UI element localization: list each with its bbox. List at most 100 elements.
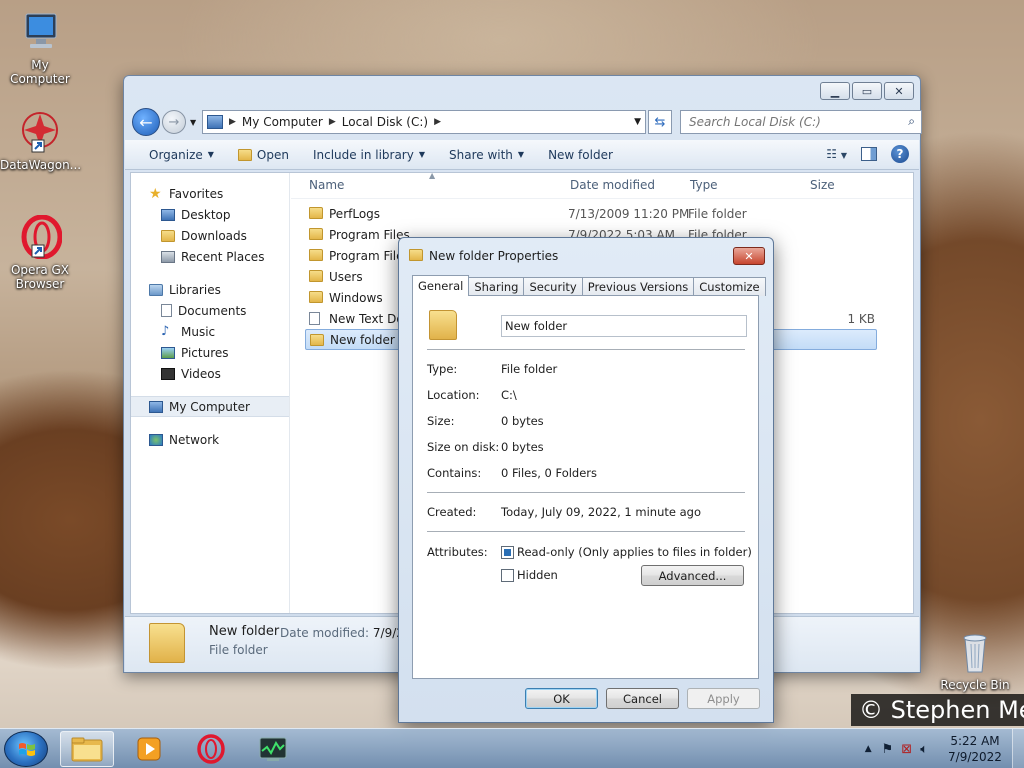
column-name[interactable]: Name bbox=[309, 178, 344, 192]
refresh-button[interactable]: ⇆ bbox=[648, 110, 672, 134]
tab-previous-versions[interactable]: Previous Versions bbox=[581, 277, 695, 296]
cancel-button[interactable]: Cancel bbox=[606, 688, 679, 709]
file-name: New folder bbox=[330, 332, 395, 347]
advanced-button[interactable]: Advanced... bbox=[641, 565, 744, 586]
new-folder-button[interactable]: New folder bbox=[536, 140, 625, 169]
tab-customize[interactable]: Customize bbox=[693, 277, 766, 296]
recent-pages-dropdown[interactable]: ▼ bbox=[190, 118, 196, 127]
hidden-label: Hidden bbox=[517, 568, 558, 582]
computer-icon bbox=[149, 400, 163, 413]
chevron-right-icon[interactable]: ▶ bbox=[434, 117, 441, 127]
hidden-checkbox[interactable] bbox=[501, 569, 514, 582]
organize-label: Organize bbox=[149, 147, 203, 162]
nav-videos-label: Videos bbox=[181, 366, 221, 381]
desktop-icon-datawagon[interactable]: DataWagon... bbox=[0, 110, 81, 172]
file-name: PerfLogs bbox=[329, 206, 381, 221]
network-icon bbox=[149, 433, 163, 446]
breadcrumb-my-computer[interactable]: My Computer bbox=[242, 115, 323, 129]
window-controls: ▁ ▭ ✕ bbox=[820, 82, 914, 100]
divider bbox=[427, 531, 745, 532]
nav-libraries-label: Libraries bbox=[169, 282, 221, 297]
preview-pane-button[interactable] bbox=[861, 147, 877, 161]
folder-icon bbox=[309, 207, 323, 219]
nav-videos[interactable]: Videos bbox=[131, 363, 289, 384]
folder-open-icon bbox=[237, 148, 252, 161]
show-desktop-button[interactable] bbox=[1012, 729, 1024, 768]
search-icon[interactable]: ⌕ bbox=[908, 114, 915, 129]
desktop-icon-label: Opera GX Browser bbox=[10, 263, 70, 291]
nav-my-computer[interactable]: My Computer bbox=[131, 396, 289, 417]
minimize-button[interactable]: ▁ bbox=[820, 82, 850, 100]
search-box[interactable]: ⌕ bbox=[680, 110, 922, 134]
maximize-button[interactable]: ▭ bbox=[852, 82, 882, 100]
taskbar-media-player[interactable] bbox=[122, 731, 176, 767]
close-icon: ✕ bbox=[744, 249, 754, 263]
folder-name-field[interactable] bbox=[501, 315, 747, 337]
column-date-modified[interactable]: Date modified bbox=[570, 178, 655, 192]
close-icon: ✕ bbox=[894, 84, 904, 98]
tab-general[interactable]: General bbox=[412, 275, 470, 296]
contains-value: 0 Files, 0 Folders bbox=[501, 466, 598, 480]
nav-downloads[interactable]: Downloads bbox=[131, 225, 289, 246]
apply-button[interactable]: Apply bbox=[687, 688, 760, 709]
chevron-right-icon[interactable]: ▶ bbox=[229, 117, 236, 127]
desktop-icon-my-computer[interactable]: My Computer bbox=[0, 10, 80, 86]
tab-security[interactable]: Security bbox=[523, 277, 583, 296]
address-bar[interactable]: ▶ My Computer ▶ Local Disk (C:) ▶ ▼ bbox=[202, 110, 646, 134]
nav-pictures[interactable]: Pictures bbox=[131, 342, 289, 363]
desktop-icon-recycle-bin[interactable]: Recycle Bin bbox=[935, 630, 1015, 692]
action-center-icon[interactable]: ⚑ bbox=[882, 742, 894, 757]
nav-downloads-label: Downloads bbox=[181, 228, 247, 243]
nav-music[interactable]: ♪ Music bbox=[131, 321, 289, 342]
breadcrumb-local-disk[interactable]: Local Disk (C:) bbox=[342, 115, 428, 129]
system-tray: ▲ ⚑ ⊠ 🔈︎ 5:22 AM 7/9/2022 bbox=[865, 729, 1024, 768]
volume-icon[interactable]: 🔈︎ bbox=[920, 742, 928, 757]
search-input[interactable] bbox=[689, 115, 889, 129]
back-button[interactable]: ← bbox=[132, 108, 160, 136]
taskbar-task-manager[interactable] bbox=[246, 731, 300, 767]
network-disconnected-icon[interactable]: ⊠ bbox=[901, 742, 912, 757]
arrow-left-icon: ← bbox=[139, 112, 153, 132]
file-row[interactable]: PerfLogs 7/13/2009 11:20 PM File folder bbox=[305, 203, 877, 224]
clock[interactable]: 5:22 AM 7/9/2022 bbox=[938, 733, 1012, 765]
start-button[interactable] bbox=[4, 731, 48, 767]
column-size[interactable]: Size bbox=[810, 178, 835, 192]
nav-desktop[interactable]: Desktop bbox=[131, 204, 289, 225]
general-tab-panel: Type: File folder Location: C:\ Size: 0 … bbox=[412, 295, 759, 679]
nav-libraries[interactable]: Libraries bbox=[131, 279, 289, 300]
show-hidden-icons-button[interactable]: ▲ bbox=[865, 744, 872, 754]
forward-button[interactable]: → bbox=[162, 110, 186, 134]
organize-button[interactable]: Organize ▼ bbox=[125, 140, 226, 169]
nav-music-label: Music bbox=[181, 324, 216, 339]
nav-documents[interactable]: Documents bbox=[131, 300, 289, 321]
size-on-disk-value: 0 bytes bbox=[501, 440, 544, 454]
chevron-down-icon[interactable]: ▼ bbox=[634, 117, 641, 127]
nav-favorites[interactable]: ★ Favorites bbox=[131, 183, 289, 204]
chevron-right-icon[interactable]: ▶ bbox=[329, 117, 336, 127]
desktop-icon-opera-gx[interactable]: Opera GX Browser bbox=[0, 214, 80, 291]
arrow-right-icon: → bbox=[168, 114, 180, 130]
column-type[interactable]: Type bbox=[690, 178, 718, 192]
share-with-button[interactable]: Share with ▼ bbox=[437, 140, 536, 169]
view-options-button[interactable]: ☷ ▼ bbox=[826, 147, 847, 161]
taskbar-opera-gx[interactable] bbox=[184, 731, 238, 767]
nav-network[interactable]: Network bbox=[131, 429, 289, 450]
help-icon[interactable]: ? bbox=[891, 145, 909, 163]
include-in-library-button[interactable]: Include in library ▼ bbox=[301, 140, 437, 169]
tab-sharing[interactable]: Sharing bbox=[468, 277, 525, 296]
ok-button[interactable]: OK bbox=[525, 688, 598, 709]
folder-icon bbox=[429, 310, 457, 340]
computer-icon bbox=[18, 10, 62, 54]
navigation-pane: ★ Favorites Desktop Downloads Recent Pla… bbox=[131, 173, 290, 613]
dialog-close-button[interactable]: ✕ bbox=[733, 247, 765, 265]
dialog-title: New folder Properties bbox=[429, 249, 559, 263]
column-headers: Name ▲ Date modified Type Size bbox=[291, 171, 913, 199]
readonly-checkbox[interactable] bbox=[501, 546, 514, 559]
chevron-down-icon: ▼ bbox=[517, 150, 525, 159]
open-button[interactable]: Open bbox=[226, 140, 301, 169]
nav-desktop-label: Desktop bbox=[181, 207, 231, 222]
taskbar-explorer[interactable] bbox=[60, 731, 114, 767]
size-value: 0 bytes bbox=[501, 414, 544, 428]
close-button[interactable]: ✕ bbox=[884, 82, 914, 100]
nav-recent-places[interactable]: Recent Places bbox=[131, 246, 289, 267]
